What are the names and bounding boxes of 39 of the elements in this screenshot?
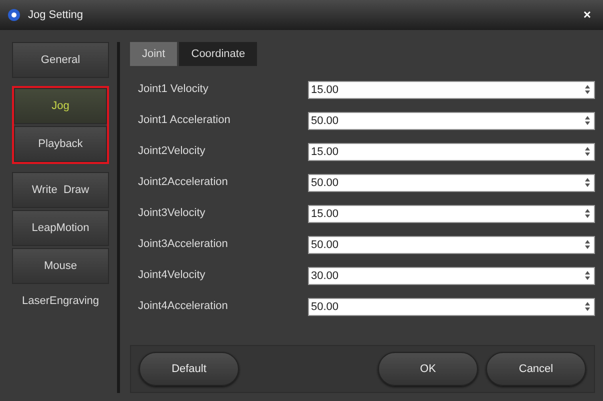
window-title: Jog Setting: [28, 8, 84, 23]
close-button[interactable]: ×: [579, 5, 595, 25]
number-field[interactable]: 15.00: [308, 204, 595, 222]
spin-icon[interactable]: [584, 301, 591, 312]
default-button[interactable]: Default: [139, 352, 239, 386]
spin-icon[interactable]: [584, 115, 591, 126]
field-label: Joint4Acceleration: [137, 299, 229, 314]
tab[interactable]: Joint: [130, 42, 178, 66]
spin-icon[interactable]: [584, 208, 591, 219]
field-label: Joint3Velocity: [137, 206, 206, 222]
ok-button[interactable]: OK: [378, 352, 478, 386]
number-field[interactable]: 50.00: [308, 112, 595, 130]
field-label: Joint2Acceleration: [137, 175, 229, 190]
sidebar-item[interactable]: Write Draw: [12, 172, 109, 208]
tab[interactable]: Coordinate: [179, 42, 258, 66]
spin-icon[interactable]: [584, 177, 591, 188]
sidebar-item[interactable]: General: [12, 42, 109, 78]
sidebar-item[interactable]: LeapMotion: [12, 210, 109, 246]
app-icon: [8, 9, 20, 21]
spin-icon[interactable]: [584, 239, 591, 250]
field-label: Joint3Acceleration: [137, 237, 229, 252]
sidebar-item[interactable]: LaserEngraving: [12, 286, 109, 316]
sidebar-item[interactable]: Mouse: [12, 248, 109, 284]
spin-icon[interactable]: [584, 146, 591, 157]
field-label: Joint2Velocity: [137, 144, 206, 160]
sidebar-item[interactable]: Playback: [14, 126, 107, 162]
number-field[interactable]: 30.00: [308, 266, 595, 284]
sidebar-item[interactable]: Jog: [14, 88, 107, 124]
cancel-button[interactable]: Cancel: [486, 352, 586, 386]
spin-icon[interactable]: [584, 84, 591, 95]
field-label: Joint4Velocity: [137, 268, 206, 284]
number-field[interactable]: 50.00: [308, 174, 595, 192]
number-field[interactable]: 50.00: [308, 298, 595, 316]
field-label: Joint1 Velocity: [137, 82, 210, 98]
number-field[interactable]: 15.00: [308, 80, 595, 98]
spin-icon[interactable]: [584, 270, 591, 281]
field-label: Joint1 Acceleration: [137, 113, 232, 128]
number-field[interactable]: 15.00: [308, 142, 595, 160]
number-field[interactable]: 50.00: [308, 236, 595, 254]
